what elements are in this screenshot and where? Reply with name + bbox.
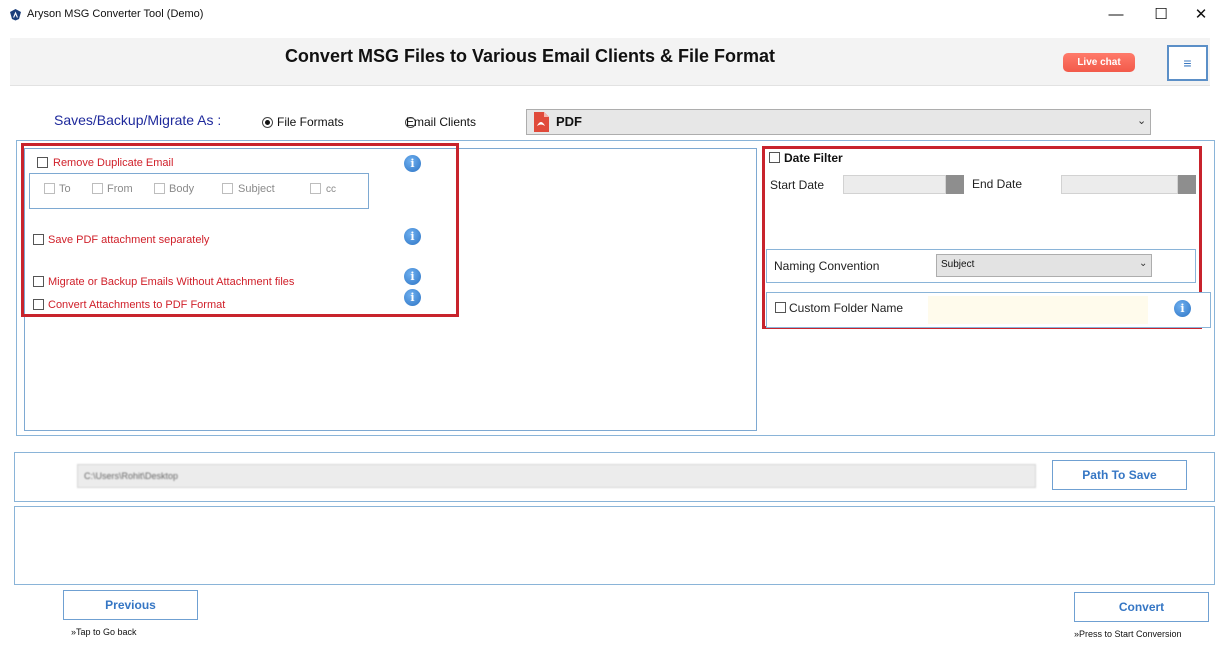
custom-folder-input[interactable] (928, 296, 1148, 324)
convert-attachments-label: Convert Attachments to PDF Format (48, 299, 226, 311)
menu-button[interactable]: ≡ (1167, 45, 1208, 81)
log-area (14, 506, 1215, 585)
body-checkbox[interactable] (154, 183, 165, 194)
convert-attachments-checkbox[interactable] (33, 299, 44, 310)
app-logo-icon (10, 9, 21, 21)
live-chat-button[interactable]: Live chat (1063, 53, 1135, 72)
start-date-calendar-icon[interactable] (946, 175, 964, 194)
maximize-icon: ☐ (1154, 6, 1168, 23)
end-date-field[interactable] (1061, 175, 1178, 194)
save-pdf-attachment-label: Save PDF attachment separately (48, 234, 210, 246)
migrate-without-attachment-checkbox[interactable] (33, 276, 44, 287)
body-label: Body (169, 183, 195, 195)
naming-convention-label: Naming Convention (774, 259, 880, 273)
saves-as-label: Saves/Backup/Migrate As : (54, 112, 222, 128)
to-label: To (59, 183, 71, 195)
end-date-calendar-icon[interactable] (1178, 175, 1196, 194)
pdf-icon (534, 112, 549, 132)
format-selected-value: PDF (556, 114, 582, 129)
custom-folder-checkbox[interactable] (775, 302, 786, 313)
convert-hint: »Press to Start Conversion (1074, 629, 1182, 639)
naming-convention-value: Subject (941, 259, 975, 270)
previous-button[interactable]: Previous (63, 590, 198, 620)
window-title: Aryson MSG Converter Tool (Demo) (27, 8, 204, 20)
convert-button[interactable]: Convert (1074, 592, 1209, 622)
to-checkbox[interactable] (44, 183, 55, 194)
subject-checkbox[interactable] (222, 183, 233, 194)
page-title: Convert MSG Files to Various Email Clien… (284, 46, 776, 66)
remove-duplicate-label: Remove Duplicate Email (53, 157, 174, 169)
cc-checkbox[interactable] (310, 183, 321, 194)
custom-folder-label: Custom Folder Name (789, 301, 904, 315)
date-filter-label: Date Filter (784, 151, 843, 165)
chevron-down-icon: ⌄ (1137, 115, 1147, 127)
previous-hint: »Tap to Go back (71, 627, 137, 637)
file-formats-radio[interactable] (262, 117, 273, 128)
hamburger-icon: ≡ (1183, 55, 1192, 71)
left-highlight-box (21, 143, 459, 317)
info-icon[interactable]: i (404, 289, 421, 306)
email-clients-label: Email Clients (406, 115, 477, 129)
destination-path-input[interactable]: C:\Users\Rohit\Desktop (77, 464, 1036, 488)
path-to-save-button[interactable]: Path To Save (1052, 460, 1187, 490)
format-dropdown[interactable] (526, 109, 1151, 135)
close-icon: ✕ (1194, 6, 1208, 23)
minimize-button[interactable]: — (1093, 0, 1139, 28)
minimize-icon: — (1108, 5, 1124, 23)
file-formats-label: File Formats (277, 115, 344, 129)
start-date-field[interactable] (843, 175, 946, 194)
end-date-label: End Date (972, 177, 1023, 191)
save-pdf-attachment-checkbox[interactable] (33, 234, 44, 245)
info-icon[interactable]: i (1174, 300, 1191, 317)
date-filter-checkbox[interactable] (769, 152, 780, 163)
cc-label: cc (326, 184, 336, 195)
subject-label: Subject (238, 183, 275, 195)
migrate-without-attachment-label: Migrate or Backup Emails Without Attachm… (48, 276, 295, 288)
close-button[interactable]: ✕ (1178, 0, 1215, 28)
info-icon[interactable]: i (404, 155, 421, 172)
info-icon[interactable]: i (404, 228, 421, 245)
from-checkbox[interactable] (92, 183, 103, 194)
info-icon[interactable]: i (404, 268, 421, 285)
remove-duplicate-checkbox[interactable] (37, 157, 48, 168)
from-label: From (107, 183, 133, 195)
start-date-label: Start Date (770, 178, 825, 192)
chevron-down-icon: ⌄ (1139, 258, 1148, 269)
